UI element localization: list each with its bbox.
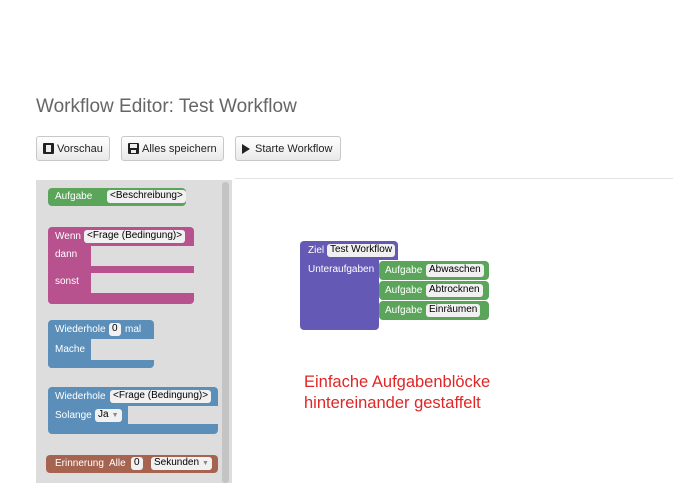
block-toolbox: Aufgabe <Beschreibung> Wenn <Frage (Bedi… bbox=[36, 180, 232, 483]
toolbox-task-block[interactable]: Aufgabe <Beschreibung> bbox=[48, 188, 186, 206]
dropdown-arrow-icon: ▼ bbox=[202, 460, 209, 467]
reminder-block-scope: Alle bbox=[109, 458, 126, 469]
subtask-1-field[interactable]: Abwaschen bbox=[426, 264, 484, 277]
reminder-block-label: Erinnerung bbox=[55, 458, 104, 469]
save-all-button[interactable]: Alles speichern bbox=[121, 136, 224, 161]
while-block-label: Wiederhole bbox=[55, 391, 106, 402]
goal-block-name-field[interactable]: Test Workflow bbox=[327, 244, 396, 257]
reminder-block-unit-dropdown[interactable]: Sekunden ▼ bbox=[151, 457, 212, 470]
annotation-caption: Einfache Aufgabenblöcke hintereinander g… bbox=[304, 372, 490, 414]
play-icon bbox=[242, 143, 250, 154]
repeat-block-suffix: mal bbox=[125, 324, 142, 335]
workspace-divider bbox=[235, 178, 673, 179]
subtask-1-label: Aufgabe bbox=[385, 265, 423, 276]
annotation-line-2: hintereinander gestaffelt bbox=[304, 394, 481, 412]
task-block-label: Aufgabe bbox=[55, 191, 93, 202]
subtask-3-label: Aufgabe bbox=[385, 305, 423, 316]
if-block-label: Wenn bbox=[55, 231, 81, 242]
save-all-button-label: Alles speichern bbox=[142, 142, 217, 155]
subtask-2-label: Aufgabe bbox=[385, 285, 423, 296]
toolbox-repeat-block[interactable]: Wiederhole 0 mal bbox=[48, 320, 154, 339]
while-block-option-value: Ja bbox=[98, 409, 109, 420]
toolbox-scrollbar[interactable] bbox=[222, 182, 229, 483]
while-block-option-dropdown[interactable]: Ja ▼ bbox=[95, 409, 122, 422]
repeat-block-count-field[interactable]: 0 bbox=[109, 323, 121, 336]
repeat-block-label: Wiederhole bbox=[55, 324, 106, 335]
film-icon bbox=[43, 143, 54, 154]
toolbox-while-block[interactable]: Wiederhole <Frage (Bedingung)> bbox=[48, 387, 218, 406]
goal-block-subtasks-label: Unteraufgaben bbox=[308, 264, 375, 275]
repeat-block-footer bbox=[48, 360, 154, 368]
toolbox-reminder-block[interactable]: Erinnerung Alle 0 Sekunden ▼ bbox=[46, 455, 218, 473]
goal-block-body: Unteraufgaben bbox=[300, 260, 379, 330]
reminder-block-count-field[interactable]: 0 bbox=[131, 457, 143, 470]
if-block-divider bbox=[91, 266, 194, 273]
preview-button-label: Vorschau bbox=[57, 142, 103, 155]
page-title: Workflow Editor: Test Workflow bbox=[36, 96, 297, 117]
dropdown-arrow-icon: ▼ bbox=[111, 412, 119, 419]
goal-block-label: Ziel bbox=[308, 245, 325, 256]
if-block-else-label: sonst bbox=[55, 276, 79, 287]
subtask-block-2[interactable]: Aufgabe Abtrocknen bbox=[379, 281, 489, 300]
repeat-block-do-label: Mache bbox=[55, 344, 86, 355]
floppy-disk-icon bbox=[128, 143, 139, 154]
while-block-condition-field[interactable]: <Frage (Bedingung)> bbox=[110, 390, 212, 403]
task-block-field[interactable]: <Beschreibung> bbox=[107, 190, 186, 203]
if-block-footer bbox=[48, 293, 194, 304]
annotation-line-1: Einfache Aufgabenblöcke bbox=[304, 373, 491, 391]
while-block-while-label: Solange bbox=[55, 410, 92, 421]
subtask-block-3[interactable]: Aufgabe Einräumen bbox=[379, 301, 489, 320]
subtask-block-1[interactable]: Aufgabe Abwaschen bbox=[379, 261, 489, 280]
reminder-block-unit-value: Sekunden bbox=[154, 457, 200, 468]
if-block-condition-field[interactable]: <Frage (Bedingung)> bbox=[84, 230, 186, 243]
start-workflow-button[interactable]: Starte Workflow bbox=[235, 136, 341, 161]
subtask-2-field[interactable]: Abtrocknen bbox=[426, 284, 483, 297]
while-block-footer bbox=[48, 424, 218, 434]
subtask-3-field[interactable]: Einräumen bbox=[426, 304, 481, 317]
goal-block[interactable]: Ziel Test Workflow bbox=[300, 241, 398, 260]
preview-button[interactable]: Vorschau bbox=[36, 136, 110, 161]
toolbox-if-block[interactable]: Wenn <Frage (Bedingung)> bbox=[48, 227, 194, 246]
start-workflow-button-label: Starte Workflow bbox=[255, 142, 333, 155]
if-block-then-label: dann bbox=[55, 249, 78, 260]
